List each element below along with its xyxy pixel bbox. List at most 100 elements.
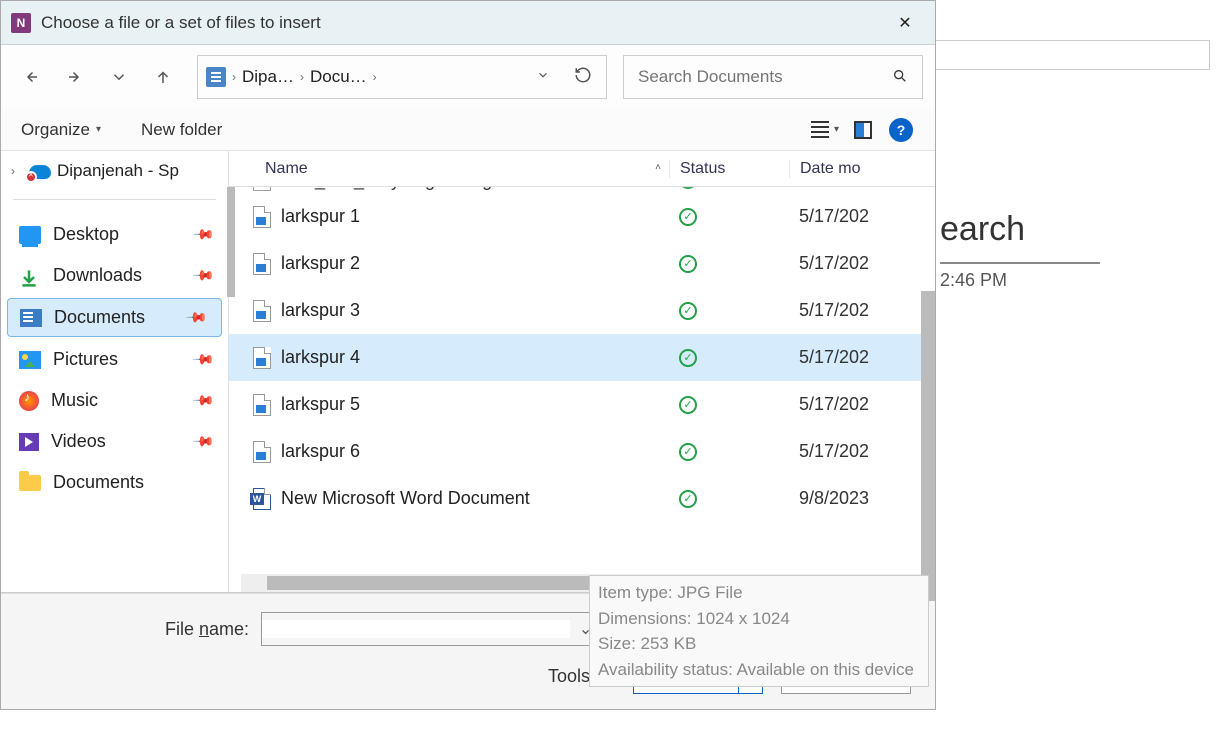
breadcrumb-segment-2[interactable]: Docu… [310, 67, 367, 87]
parent-search-heading: earch [940, 210, 1025, 249]
file-info-tooltip: Item type: JPG File Dimensions: 1024 x 1… [589, 575, 929, 687]
tree-item-onedrive[interactable]: › Dipanjenah - Sp [1, 157, 228, 185]
file-row[interactable]: larkspur 3 ✓ 5/17/202 [229, 287, 935, 334]
status-available-icon: ✓ [679, 187, 697, 189]
onedrive-error-icon [29, 163, 51, 179]
file-date: 5/3/2024 [789, 187, 935, 191]
sidebar-item-desktop[interactable]: Desktop 📌 [1, 214, 228, 255]
status-available-icon: ✓ [679, 302, 697, 320]
column-header-name[interactable]: Name ˄ [229, 160, 669, 178]
help-button[interactable]: ? [887, 116, 915, 144]
file-date: 5/17/202 [789, 206, 935, 227]
recent-locations-button[interactable] [101, 59, 137, 95]
status-available-icon: ✓ [679, 490, 697, 508]
parent-app-background: earch 2:46 PM [920, 0, 1231, 754]
toolbar: Organize ▾ New folder ▾ ? [1, 109, 935, 151]
horizontal-scrollbar-thumb[interactable] [267, 576, 617, 590]
file-date: 5/17/202 [789, 253, 935, 274]
sidebar-item-label: Documents [53, 472, 144, 493]
file-row[interactable]: EXL_WP_Why Organizing Your Data Is Criti… [229, 187, 935, 193]
pin-icon: 📌 [191, 263, 215, 287]
chevron-right-icon: › [373, 70, 377, 84]
jpg-file-icon [253, 394, 271, 416]
file-row[interactable]: larkspur 6 ✓ 5/17/202 [229, 428, 935, 475]
arrow-up-icon [154, 68, 172, 86]
organize-menu[interactable]: Organize ▾ [21, 120, 101, 140]
file-row[interactable]: larkspur 1 ✓ 5/17/202 [229, 193, 935, 240]
column-header-date[interactable]: Date mo [789, 160, 935, 178]
file-date: 5/17/202 [789, 394, 935, 415]
caret-down-icon[interactable]: ▾ [834, 124, 839, 135]
jpg-file-icon [253, 206, 271, 228]
navigation-bar: › Dipa… › Docu… › [1, 45, 935, 109]
sidebar-item-videos[interactable]: Videos 📌 [1, 421, 228, 462]
dialog-body: › Dipanjenah - Sp Desktop 📌 Downloads 📌 [1, 151, 935, 593]
dialog-titlebar: N Choose a file or a set of files to ins… [1, 1, 935, 45]
file-icon [253, 187, 271, 191]
chevron-right-icon: › [300, 70, 304, 84]
sidebar-item-downloads[interactable]: Downloads 📌 [1, 255, 228, 296]
pin-icon: 📌 [191, 429, 215, 453]
file-name: larkspur 3 [281, 300, 360, 321]
file-name: larkspur 2 [281, 253, 360, 274]
file-name: larkspur 5 [281, 394, 360, 415]
tooltip-line: Availability status: Available on this d… [598, 657, 920, 683]
sidebar-item-label: Desktop [53, 224, 119, 245]
file-rows: EXL_WP_Why Organizing Your Data Is Criti… [229, 187, 935, 592]
file-row-selected[interactable]: larkspur 4 ✓ 5/17/202 [229, 334, 935, 381]
column-headers: Name ˄ Status Date mo [229, 151, 935, 187]
preview-pane-button[interactable] [849, 116, 877, 144]
breadcrumb-history-dropdown[interactable] [524, 68, 562, 87]
sidebar-item-label: Music [51, 390, 98, 411]
back-button[interactable] [13, 59, 49, 95]
breadcrumb-segment-1[interactable]: Dipa… [242, 67, 294, 87]
tooltip-line: Item type: JPG File [598, 580, 920, 606]
vertical-scrollbar-thumb[interactable] [921, 291, 935, 601]
downloads-icon [19, 267, 41, 285]
caret-down-icon: ▾ [96, 124, 101, 135]
new-folder-button[interactable]: New folder [141, 120, 222, 140]
forward-button[interactable] [57, 59, 93, 95]
column-header-status[interactable]: Status [669, 160, 789, 178]
close-button[interactable]: ✕ [885, 8, 925, 38]
status-available-icon: ✓ [679, 443, 697, 461]
breadcrumb[interactable]: › Dipa… › Docu… › [197, 55, 607, 99]
sidebar-item-music[interactable]: Music 📌 [1, 380, 228, 421]
tooltip-line: Size: 253 KB [598, 631, 920, 657]
filename-combobox[interactable]: ⌄ [261, 612, 601, 646]
file-list: Name ˄ Status Date mo EXL_WP_Why Organiz… [229, 151, 935, 592]
view-mode-button[interactable] [806, 116, 834, 144]
sidebar-item-label: Documents [54, 307, 145, 328]
status-available-icon: ✓ [679, 255, 697, 273]
chevron-right-icon: › [232, 70, 236, 84]
refresh-button[interactable] [568, 66, 598, 89]
status-available-icon: ✓ [679, 208, 697, 226]
sidebar-item-documents-folder[interactable]: Documents [1, 462, 228, 503]
pin-icon: 📌 [191, 347, 215, 371]
file-name: larkspur 6 [281, 441, 360, 462]
music-icon [19, 391, 39, 411]
file-row[interactable]: larkspur 5 ✓ 5/17/202 [229, 381, 935, 428]
file-name: larkspur 1 [281, 206, 360, 227]
help-icon: ? [889, 118, 913, 142]
tooltip-line: Dimensions: 1024 x 1024 [598, 606, 920, 632]
chevron-right-icon[interactable]: › [11, 164, 23, 178]
sort-ascending-icon: ˄ [655, 162, 661, 173]
file-date: 5/17/202 [789, 347, 935, 368]
documents-location-icon [206, 67, 226, 87]
file-row[interactable]: New Microsoft Word Document ✓ 9/8/2023 [229, 475, 935, 522]
pin-icon: 📌 [191, 388, 215, 412]
search-input[interactable] [638, 67, 892, 87]
file-row[interactable]: larkspur 2 ✓ 5/17/202 [229, 240, 935, 287]
file-date: 5/17/202 [789, 300, 935, 321]
parent-app-ribbon-box [930, 40, 1210, 70]
file-open-dialog: N Choose a file or a set of files to ins… [0, 0, 936, 710]
sidebar-item-documents[interactable]: Documents 📌 [7, 298, 222, 337]
pin-icon: 📌 [184, 305, 208, 329]
parent-timestamp: 2:46 PM [940, 270, 1007, 291]
navigation-tree: › Dipanjenah - Sp Desktop 📌 Downloads 📌 [1, 151, 229, 592]
up-button[interactable] [145, 59, 181, 95]
search-box[interactable] [623, 55, 923, 99]
filename-input[interactable] [262, 620, 570, 638]
sidebar-item-pictures[interactable]: Pictures 📌 [1, 339, 228, 380]
